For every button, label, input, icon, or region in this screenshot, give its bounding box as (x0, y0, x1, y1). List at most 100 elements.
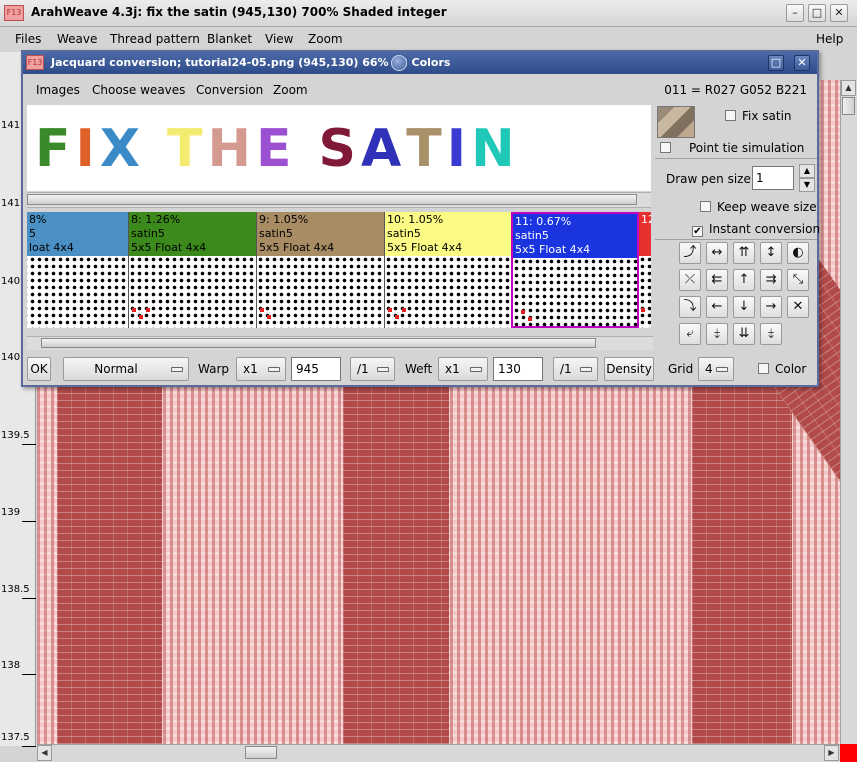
weave-pattern (27, 256, 128, 328)
mode-dropdown[interactable]: Normal (63, 357, 189, 381)
weave-name: satin5 (515, 229, 549, 242)
scroll-up-icon[interactable]: ▲ (841, 80, 856, 96)
main-menu-bar: Files Weave Thread pattern Blanket View … (0, 27, 857, 52)
weave-pattern (257, 256, 384, 328)
weave-name: satin5 (387, 227, 421, 240)
ruler-label: 140 (1, 276, 21, 287)
menu-thread-pattern[interactable]: Thread pattern (110, 32, 200, 46)
app-icon: F13 (4, 5, 24, 21)
chevron-down-icon (470, 367, 482, 372)
menu-files[interactable]: Files (15, 32, 41, 46)
menu-help[interactable]: Help (816, 32, 843, 46)
menu-weave[interactable]: Weave (57, 32, 97, 46)
weave-marker (260, 308, 264, 312)
weft-value-input[interactable]: 130 (493, 357, 543, 381)
move-up-fast-icon[interactable]: ⇈ (733, 242, 755, 264)
tool-grid: ⤴ ↔ ⇈ ↕ ◐ ⇇ ↑ ⇉ ⤡ ⤫ ⤵ ← ↓ → ✕ ⤶ ⤈ ⇊ ⤈ (679, 242, 811, 348)
move-left-fast-icon[interactable]: ⇇ (706, 269, 728, 291)
image-preview[interactable]: FIX THE SATIN (27, 105, 651, 191)
horizontal-scrollbar[interactable] (37, 744, 840, 762)
vertical-scrollbar[interactable] (840, 80, 857, 744)
warp-value-input[interactable]: 945 (291, 357, 341, 381)
warp-divider-value: /1 (357, 362, 369, 376)
vertical-scroll-thumb[interactable] (842, 97, 855, 115)
ruler-label: 138.5 (1, 584, 30, 595)
weave-tile-10[interactable]: 10: 1.05% satin5 5x5 Float 4x4 (385, 212, 513, 328)
color-checkbox[interactable]: Color (758, 362, 806, 376)
menu-blanket[interactable]: Blanket (207, 32, 252, 46)
dialog-menu-bar: Images Choose weaves Conversion Zoom 011… (23, 74, 817, 104)
jacquard-conversion-dialog: F13 Jacquard conversion; tutorial24-05.p… (21, 50, 820, 387)
weft-divider-dropdown[interactable]: /1 (553, 357, 598, 381)
maximize-button[interactable]: □ (808, 4, 826, 22)
move-right-icon[interactable]: → (760, 296, 782, 318)
checkbox-label: Point tie simulation (689, 141, 805, 155)
weave-marker (395, 315, 399, 319)
invert-icon[interactable]: ◐ (787, 242, 809, 264)
resize-diagonal-icon[interactable]: ⤡ (787, 269, 809, 291)
menu-view[interactable]: View (265, 32, 293, 46)
move-right-fast-icon[interactable]: ⇉ (760, 269, 782, 291)
weave-percent: 12 (641, 213, 651, 226)
weave-tile-12[interactable]: 12 (639, 212, 651, 328)
warp-divider-dropdown[interactable]: /1 (350, 357, 395, 381)
menu-choose-weaves[interactable]: Choose weaves (92, 83, 185, 97)
weft-multiplier-dropdown[interactable]: x1 (438, 357, 488, 381)
weave-tile-7[interactable]: 8% 5 loat 4x4 (27, 212, 129, 328)
shift-down-right-icon[interactable]: ⤵ (679, 296, 701, 318)
move-down-icon[interactable]: ↓ (733, 296, 755, 318)
draw-pen-size-input[interactable]: 1 (752, 166, 794, 190)
scroll-left-icon[interactable]: ◀ (37, 745, 52, 761)
menu-dialog-zoom[interactable]: Zoom (273, 83, 308, 97)
dialog-menu-icon[interactable] (391, 55, 407, 71)
warp-multiplier-dropdown[interactable]: x1 (236, 357, 286, 381)
move-down-fast-icon[interactable]: ⇊ (733, 323, 755, 345)
keep-weave-size-checkbox[interactable]: Keep weave size (700, 200, 817, 214)
current-color-swatch[interactable] (840, 744, 857, 762)
mirror-horizontal-icon[interactable]: ↔ (706, 242, 728, 264)
weave-info: 8: 1.26% satin5 5x5 Float 4x4 (129, 212, 256, 256)
dialog-close-button[interactable]: ✕ (794, 55, 810, 71)
move-up-icon[interactable]: ↑ (733, 269, 755, 291)
mirror-vertical-icon[interactable]: ↕ (760, 242, 782, 264)
weave-marker (521, 310, 525, 314)
weave-strip-scroll-thumb[interactable] (41, 338, 596, 348)
horizontal-scroll-thumb[interactable] (245, 746, 277, 759)
scroll-right-icon[interactable]: ▶ (824, 745, 839, 761)
preview-scroll-thumb[interactable] (27, 194, 637, 205)
color-readout: 011 = R027 G052 B221 (664, 83, 807, 97)
shift-up-left-icon[interactable]: ⤴ (679, 242, 701, 264)
dialog-maximize-button[interactable]: □ (768, 55, 784, 71)
weave-tile-8[interactable]: 8: 1.26% satin5 5x5 Float 4x4 (129, 212, 257, 328)
fix-satin-checkbox[interactable]: Fix satin (725, 109, 792, 123)
weave-tile-11[interactable]: 11: 0.67% satin5 5x5 Float 4x4 (511, 212, 639, 328)
density-button[interactable]: Density (604, 357, 654, 381)
clear-icon[interactable]: ✕ (787, 296, 809, 318)
move-left-icon[interactable]: ← (706, 296, 728, 318)
checkbox-box (700, 201, 711, 212)
grid-dropdown[interactable]: 4 (698, 357, 734, 381)
ruler-tick (22, 521, 36, 522)
skew-down-icon[interactable]: ⤈ (706, 323, 728, 345)
point-tie-checkbox[interactable]: Point tie simulation (660, 141, 804, 155)
shift-pattern-icon[interactable]: ⤫ (679, 269, 701, 291)
skew-right-icon[interactable]: ⤈ (760, 323, 782, 345)
weave-tile-9[interactable]: 9: 1.05% satin5 5x5 Float 4x4 (257, 212, 385, 328)
weave-percent: 10: 1.05% (387, 213, 444, 226)
image-thumbnail[interactable] (657, 106, 695, 138)
ok-button[interactable]: OK (27, 357, 51, 381)
close-button[interactable]: ✕ (830, 4, 848, 22)
weft-label: Weft (405, 362, 433, 376)
spin-down-icon[interactable]: ▼ (799, 178, 815, 192)
rotate-pattern-icon[interactable]: ⤶ (679, 323, 701, 345)
pen-size-stepper[interactable]: ▲ ▼ (799, 164, 815, 192)
menu-conversion[interactable]: Conversion (196, 83, 263, 97)
menu-zoom[interactable]: Zoom (308, 32, 343, 46)
instant-conversion-checkbox[interactable]: ✔ Instant conversion (692, 222, 820, 237)
minimize-button[interactable]: – (786, 4, 804, 22)
ruler-label: 139.5 (1, 430, 30, 441)
chevron-down-icon (716, 367, 728, 372)
weave-pattern (129, 256, 256, 328)
spin-up-icon[interactable]: ▲ (799, 164, 815, 178)
menu-images[interactable]: Images (36, 83, 80, 97)
